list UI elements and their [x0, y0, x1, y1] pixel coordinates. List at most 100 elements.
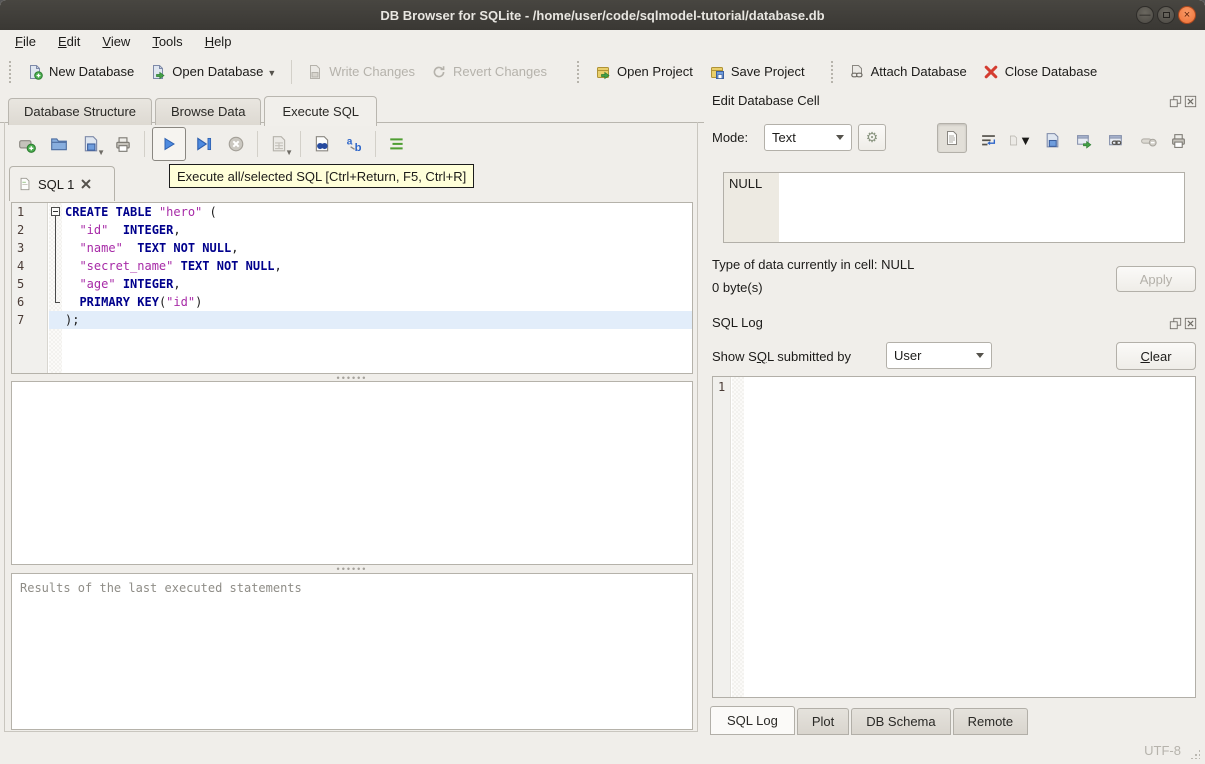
dock-tab-db-schema[interactable]: DB Schema [851, 708, 951, 735]
clear-log-button[interactable]: Clear [1116, 342, 1196, 370]
chevron-down-icon [836, 135, 844, 140]
log-filter-combobox[interactable]: User [886, 342, 992, 369]
menu-view[interactable]: View [91, 32, 141, 51]
toolbar-drag-handle[interactable] [576, 60, 582, 83]
tab-database-structure[interactable]: Database Structure [8, 98, 153, 125]
close-panel-icon[interactable] [1184, 317, 1197, 330]
results-grid-pane[interactable] [11, 381, 693, 565]
sql-editor[interactable]: 1 CREATE TABLE "hero" (2 "id" INTEGER, 3 "… [11, 202, 693, 374]
print-sql-button[interactable] [110, 131, 136, 157]
new-sql-tab-button[interactable] [14, 131, 40, 157]
cell-value-editor[interactable]: NULL [723, 172, 1185, 243]
tab-execute-sql[interactable]: Execute SQL [264, 96, 378, 126]
dock-tab-plot[interactable]: Plot [796, 708, 850, 735]
save-results-button[interactable]: ▼ [266, 131, 293, 157]
code-line-7[interactable]: 7); [12, 311, 692, 329]
open-sql-file-button[interactable] [46, 131, 72, 157]
find-button[interactable] [309, 131, 335, 157]
sql-toolbar-separator [257, 131, 258, 157]
menu-file[interactable]: File [4, 32, 47, 51]
save-project-icon [709, 64, 725, 80]
execute-line-button[interactable] [191, 131, 217, 157]
right-dock: Edit Database Cell Mode: Text ⚙ ▼ NULL T… [705, 90, 1205, 736]
open-database-dropdown-icon[interactable]: ▼ [267, 68, 276, 80]
stop-execution-button[interactable] [223, 131, 249, 157]
code-line-1[interactable]: 1 CREATE TABLE "hero" ( [12, 203, 692, 221]
cell-value: NULL [729, 176, 763, 191]
minimize-button-icon[interactable]: — [1136, 6, 1154, 24]
dock-tab-remote[interactable]: Remote [952, 708, 1029, 735]
write-changes-button[interactable]: Write Changes [299, 60, 423, 84]
cell-size-label: 0 byte(s) [712, 280, 763, 295]
open-project-icon [595, 64, 611, 80]
main-toolbar: New Database Open Database ▼ Write Chang… [0, 53, 1205, 90]
sql-file-tab-label: SQL 1 [38, 176, 75, 192]
remove-data-button[interactable] [1136, 128, 1160, 152]
mode-combobox[interactable]: Text [764, 124, 852, 151]
gear-icon: ⚙ [865, 129, 879, 145]
code-line-4[interactable]: 4 "secret_name" TEXT NOT NULL, [12, 257, 692, 275]
maximize-button-icon[interactable] [1157, 6, 1175, 24]
save-sql-dropdown-icon[interactable]: ▼ [97, 148, 105, 157]
text-mode-toggle-button[interactable] [937, 123, 967, 153]
float-panel-icon[interactable] [1169, 317, 1182, 330]
dock-tabbar: SQL Log Plot DB Schema Remote [710, 706, 1030, 735]
import-export-settings-button[interactable]: ⚙ [858, 124, 886, 151]
float-panel-icon[interactable] [1169, 95, 1182, 108]
execute-all-button[interactable] [152, 127, 186, 161]
code-line-6[interactable]: 6 PRIMARY KEY("id") [12, 293, 692, 311]
word-wrap-button[interactable] [976, 128, 1000, 152]
save-sql-file-button[interactable]: ▼ [78, 131, 105, 157]
export-cell-data-button[interactable] [1040, 128, 1064, 152]
save-results-dropdown-icon[interactable]: ▼ [285, 148, 293, 157]
text-document-icon [944, 130, 960, 146]
revert-changes-button[interactable]: Revert Changes [423, 60, 555, 84]
save-project-button[interactable]: Save Project [701, 60, 813, 84]
code-line-5[interactable]: 5 "age" INTEGER, [12, 275, 692, 293]
sql-file-icon [18, 177, 32, 191]
close-sql-tab-icon[interactable] [80, 178, 92, 190]
attach-database-button[interactable]: Attach Database [841, 60, 975, 84]
log-line-number-gutter [713, 377, 731, 697]
open-in-external-button[interactable] [1072, 128, 1096, 152]
resize-grip[interactable] [1190, 749, 1200, 759]
dock-tab-sql-log[interactable]: SQL Log [710, 706, 795, 735]
close-database-button[interactable]: Close Database [975, 60, 1106, 84]
format-sql-button[interactable] [384, 131, 410, 157]
sql-log-panel-title: SQL Log [712, 315, 763, 330]
sql-file-tab[interactable]: SQL 1 [9, 166, 115, 201]
close-database-icon [983, 64, 999, 80]
menu-help[interactable]: Help [194, 32, 243, 51]
new-database-button[interactable]: New Database [19, 60, 142, 84]
titlebar[interactable]: DB Browser for SQLite - /home/user/code/… [0, 0, 1205, 30]
sql-log-area[interactable]: 1 [712, 376, 1196, 698]
code-line-3[interactable]: 3 "name" TEXT NOT NULL, [12, 239, 692, 257]
edit-cell-panel-title: Edit Database Cell [712, 93, 820, 108]
menu-edit[interactable]: Edit [47, 32, 91, 51]
splitter-handle[interactable]: •••••• [11, 373, 693, 382]
open-database-button[interactable]: Open Database ▼ [142, 60, 284, 84]
open-project-button[interactable]: Open Project [587, 60, 701, 84]
print-cell-button[interactable] [1166, 128, 1190, 152]
chevron-down-icon [976, 353, 984, 358]
mode-label: Mode: [712, 130, 749, 145]
write-changes-icon [307, 64, 323, 80]
copy-link-button[interactable] [1104, 128, 1128, 152]
apply-button[interactable]: Apply [1116, 266, 1196, 292]
close-button-icon[interactable]: × [1178, 6, 1196, 24]
execute-tooltip: Execute all/selected SQL [Ctrl+Return, F… [169, 164, 475, 188]
close-panel-icon[interactable] [1184, 95, 1197, 108]
encoding-indicator[interactable]: UTF-8 [1144, 743, 1181, 758]
import-cell-data-button[interactable]: ▼ [1008, 128, 1032, 152]
sql-toolbar-separator [375, 131, 376, 157]
code-line-2[interactable]: 2 "id" INTEGER, [12, 221, 692, 239]
results-message-pane[interactable]: Results of the last executed statements [11, 573, 693, 730]
new-database-icon [27, 64, 43, 80]
toolbar-drag-handle[interactable] [830, 60, 836, 83]
splitter-handle[interactable]: •••••• [11, 564, 693, 573]
replace-button[interactable]: ab [341, 131, 367, 157]
toolbar-drag-handle[interactable] [9, 60, 14, 83]
tab-browse-data[interactable]: Browse Data [155, 98, 262, 125]
menu-tools[interactable]: Tools [141, 32, 193, 51]
sql-toolbar: ▼ ▼ ab [11, 125, 413, 163]
